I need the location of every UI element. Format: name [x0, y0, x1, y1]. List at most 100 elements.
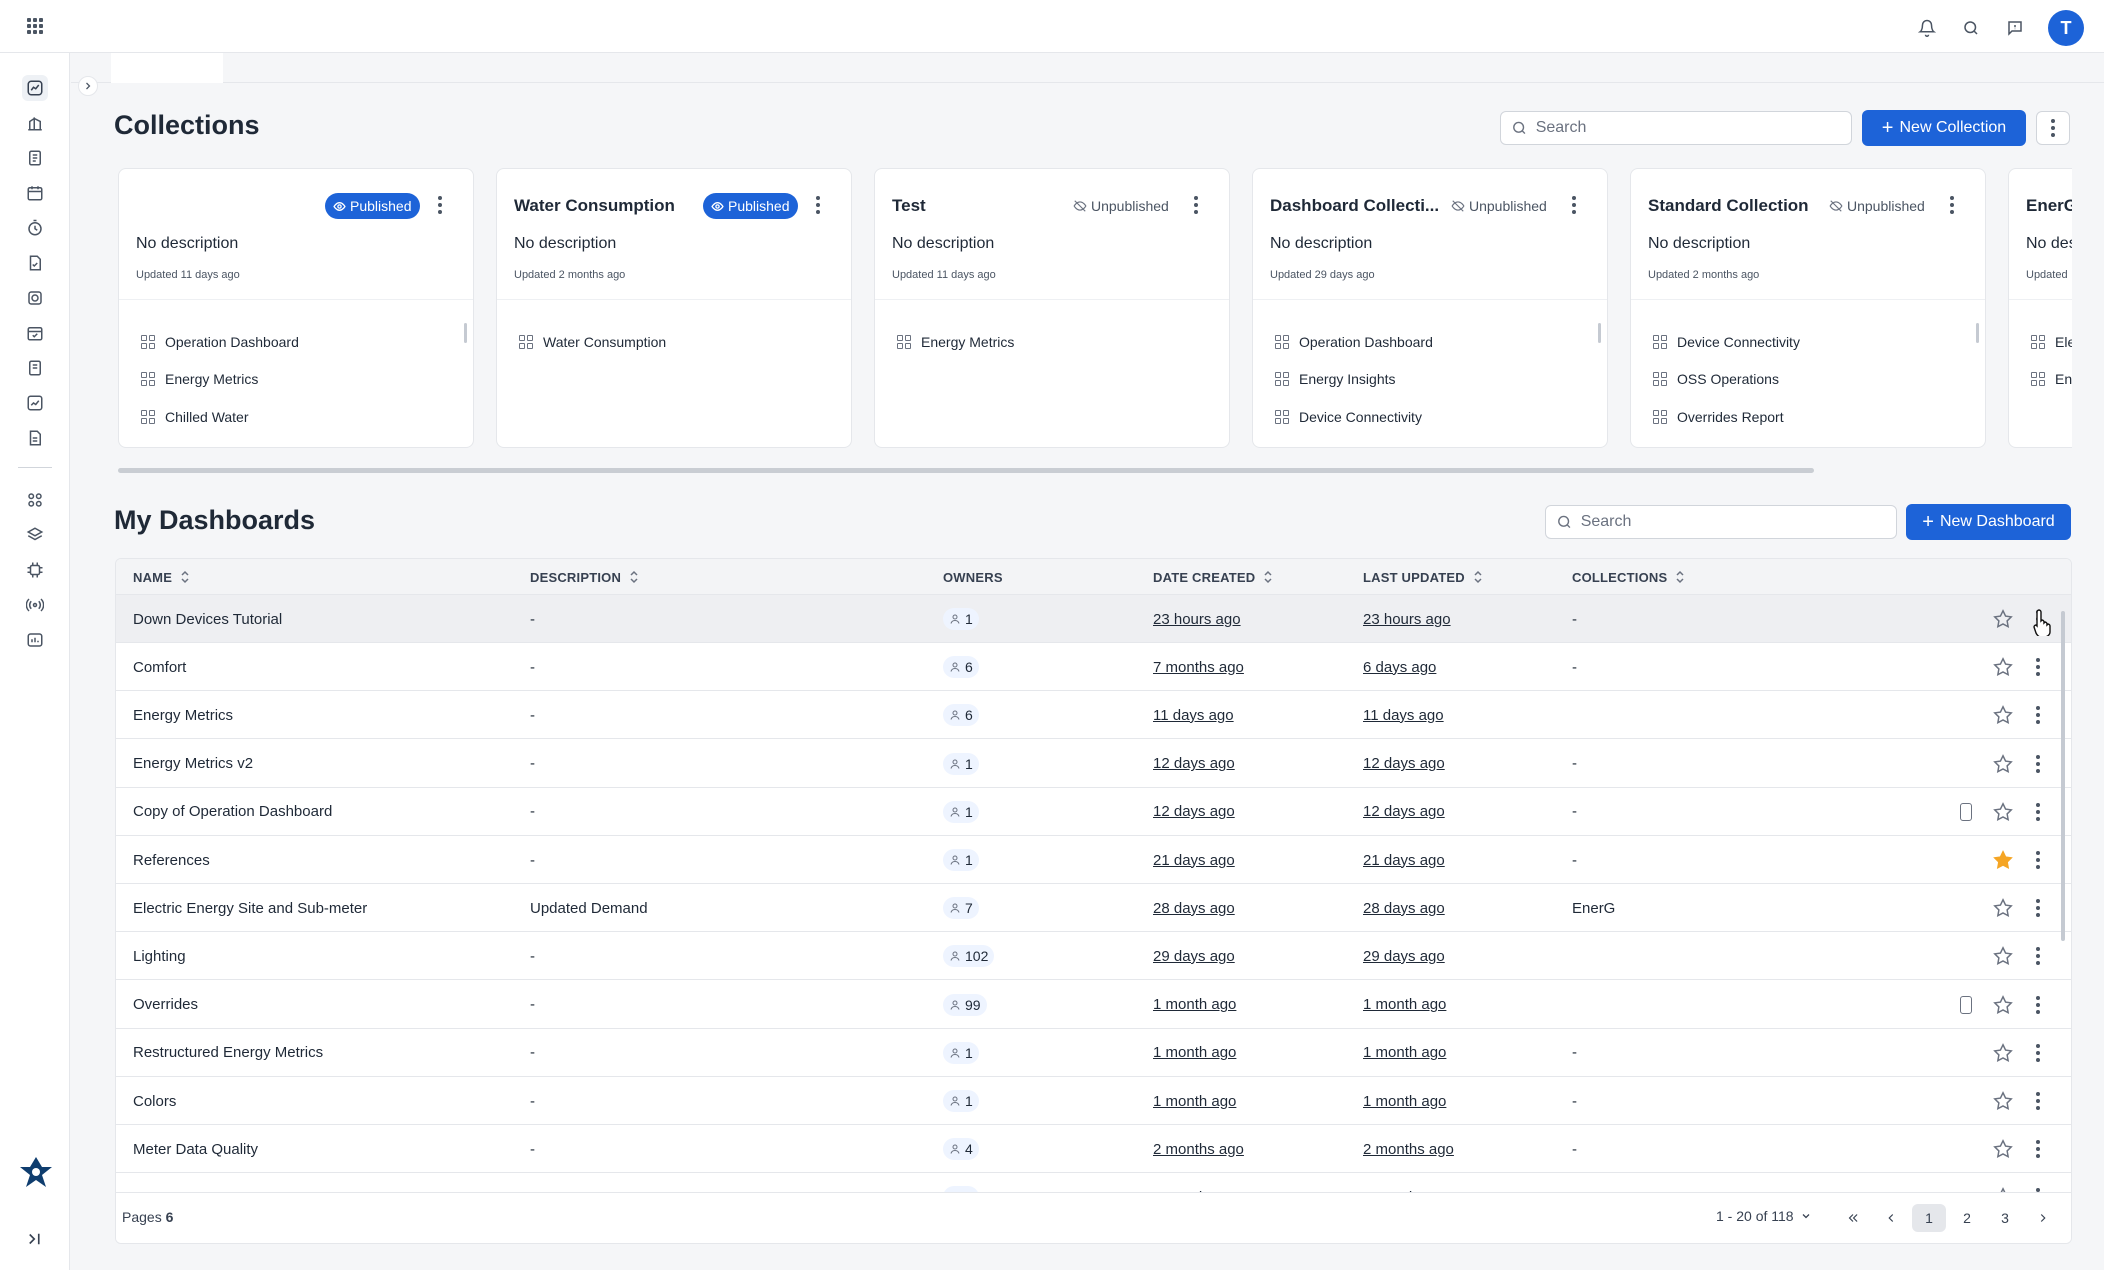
- sidebar-item-dashboards-icon[interactable]: [22, 75, 48, 101]
- row-more-button[interactable]: [2035, 947, 2041, 966]
- sidebar-item-meter-icon[interactable]: [22, 627, 48, 653]
- page-button-3[interactable]: 3: [1986, 1204, 2024, 1232]
- dashboards-search-input[interactable]: [1580, 513, 1896, 531]
- card-scrollbar[interactable]: [1598, 323, 1601, 343]
- row-last-updated[interactable]: 2 months ago: [1363, 1173, 1454, 1193]
- next-page-icon[interactable]: [2024, 1204, 2062, 1232]
- row-name[interactable]: Lighting: [133, 932, 186, 980]
- collapse-sidebar-icon[interactable]: [26, 1230, 44, 1248]
- row-more-button[interactable]: [2035, 754, 2041, 773]
- owners-chip[interactable]: 1: [943, 1041, 979, 1064]
- owners-chip[interactable]: 6: [943, 656, 979, 679]
- row-date-created[interactable]: 2 months ago: [1153, 1173, 1244, 1193]
- row-name[interactable]: Down Devices Tutorial: [133, 595, 282, 643]
- favorite-star-icon[interactable]: [1992, 945, 2014, 967]
- sidebar-item-schedule-icon[interactable]: [22, 320, 48, 346]
- row-owners[interactable]: 102: [943, 932, 995, 980]
- row-owners[interactable]: 1: [943, 788, 979, 836]
- owners-chip[interactable]: 4: [943, 1138, 979, 1161]
- favorite-star-icon[interactable]: [1992, 608, 2014, 630]
- card-scrollbar[interactable]: [1976, 323, 1979, 343]
- row-name[interactable]: Comfort: [133, 643, 186, 691]
- collection-more-button[interactable]: [437, 196, 443, 214]
- page-button-2[interactable]: 2: [1948, 1204, 1986, 1232]
- collection-item[interactable]: Overrides Report: [1653, 398, 1800, 436]
- favorite-star-icon[interactable]: [1992, 753, 2014, 775]
- favorite-star-icon[interactable]: [1992, 656, 2014, 678]
- row-last-updated[interactable]: 28 days ago: [1363, 884, 1445, 932]
- dashboards-search[interactable]: [1545, 505, 1897, 539]
- row-more-button[interactable]: [2035, 1140, 2041, 1159]
- sidebar-item-chip-icon[interactable]: [22, 557, 48, 583]
- row-date-created[interactable]: 12 days ago: [1153, 788, 1235, 836]
- sidebar-item-notes-icon[interactable]: [22, 355, 48, 381]
- owners-chip[interactable]: 1: [943, 608, 979, 630]
- row-name[interactable]: Meter Data Quality: [133, 1125, 258, 1173]
- row-more-button[interactable]: [2035, 851, 2041, 869]
- notifications-icon[interactable]: [1916, 17, 1938, 39]
- row-owners[interactable]: 1: [943, 1173, 979, 1193]
- table-row[interactable]: Colors - 1 1 month ago 1 month ago -: [116, 1077, 2071, 1125]
- collection-item[interactable]: Ele: [2031, 323, 2072, 361]
- card-scrollbar[interactable]: [464, 323, 467, 343]
- row-date-created[interactable]: 21 days ago: [1153, 836, 1235, 884]
- owners-chip[interactable]: 1: [943, 849, 979, 871]
- collection-card[interactable]: Dashboard Collecti... Unpublished No des…: [1252, 168, 1608, 448]
- collection-item[interactable]: Energy Insights: [1275, 361, 1433, 399]
- row-date-created[interactable]: 28 days ago: [1153, 884, 1235, 932]
- favorite-star-icon[interactable]: [1992, 1090, 2014, 1112]
- collection-more-button[interactable]: [1571, 196, 1577, 214]
- collection-more-button[interactable]: [815, 196, 821, 214]
- sidebar-item-buildings-icon[interactable]: [22, 110, 48, 136]
- row-date-created[interactable]: 29 days ago: [1153, 932, 1235, 980]
- row-owners[interactable]: 6: [943, 691, 979, 739]
- row-name[interactable]: Energy Metrics: [133, 691, 233, 739]
- collection-card[interactable]: EnerG No des Updated Ele En: [2008, 168, 2072, 448]
- sidebar-item-signal-icon[interactable]: [22, 592, 48, 618]
- row-date-created[interactable]: 1 month ago: [1153, 981, 1236, 1029]
- table-vertical-scrollbar[interactable]: [2061, 611, 2065, 941]
- table-row[interactable]: Meter Data Quality - 4 2 months ago 2 months…: [116, 1125, 2071, 1174]
- row-more-button[interactable]: [2035, 1043, 2041, 1062]
- owners-chip[interactable]: 7: [943, 897, 979, 920]
- feedback-icon[interactable]: [2004, 17, 2026, 39]
- column-header-description[interactable]: DESCRIPTION: [530, 559, 639, 595]
- collections-horizontal-scrollbar[interactable]: [118, 468, 1814, 473]
- row-owners[interactable]: 6: [943, 643, 979, 691]
- row-more-button[interactable]: [2035, 706, 2041, 725]
- collection-item[interactable]: Device Connectivity: [1653, 323, 1800, 361]
- row-name[interactable]: Colors: [133, 1077, 176, 1125]
- collection-card[interactable]: Test Unpublished No description Updated …: [874, 168, 1230, 448]
- owners-chip[interactable]: 1: [943, 1090, 979, 1112]
- row-name[interactable]: Overrides: [133, 981, 198, 1029]
- row-last-updated[interactable]: 29 days ago: [1363, 932, 1445, 980]
- apps-grid-icon[interactable]: [27, 18, 43, 34]
- row-last-updated[interactable]: 1 month ago: [1363, 1077, 1446, 1125]
- sidebar-item-document-check-icon[interactable]: [22, 250, 48, 276]
- row-name[interactable]: Electric Energy Site and Sub-meter: [133, 884, 367, 932]
- collection-more-button[interactable]: [1193, 196, 1199, 214]
- sidebar-item-reports-icon[interactable]: [22, 145, 48, 171]
- collection-item[interactable]: En: [2031, 361, 2072, 399]
- sidebar-item-file-icon[interactable]: [22, 425, 48, 451]
- row-name[interactable]: test: [133, 1173, 157, 1193]
- table-row[interactable]: References - 1 21 days ago 21 days ago -: [116, 836, 2071, 884]
- row-owners[interactable]: 1: [943, 1077, 979, 1125]
- table-row[interactable]: Energy Metrics - 6 11 days ago 11 days ago: [116, 691, 2071, 740]
- range-select[interactable]: 1 - 20 of 118: [1716, 1208, 1812, 1224]
- row-date-created[interactable]: 23 hours ago: [1153, 595, 1241, 643]
- column-header-date-created[interactable]: DATE CREATED: [1153, 559, 1273, 595]
- sidebar-item-database-icon[interactable]: [22, 285, 48, 311]
- collection-card[interactable]: Standard Collection Unpublished No descr…: [1630, 168, 1986, 448]
- favorite-star-icon[interactable]: [1992, 1042, 2014, 1064]
- sidebar-item-analytics-icon[interactable]: [22, 390, 48, 416]
- collection-item[interactable]: Device Connectivity: [1275, 398, 1433, 436]
- row-owners[interactable]: 7: [943, 884, 979, 932]
- collections-carousel[interactable]: Published No description Updated 11 days…: [112, 166, 2072, 450]
- page-button-1[interactable]: 1: [1912, 1204, 1946, 1232]
- last-page-icon[interactable]: [2062, 1204, 2071, 1232]
- tab-placeholder[interactable]: [111, 53, 223, 83]
- previous-page-icon[interactable]: [1872, 1204, 1910, 1232]
- owners-chip[interactable]: 1: [943, 752, 979, 775]
- row-more-button[interactable]: [2035, 995, 2041, 1014]
